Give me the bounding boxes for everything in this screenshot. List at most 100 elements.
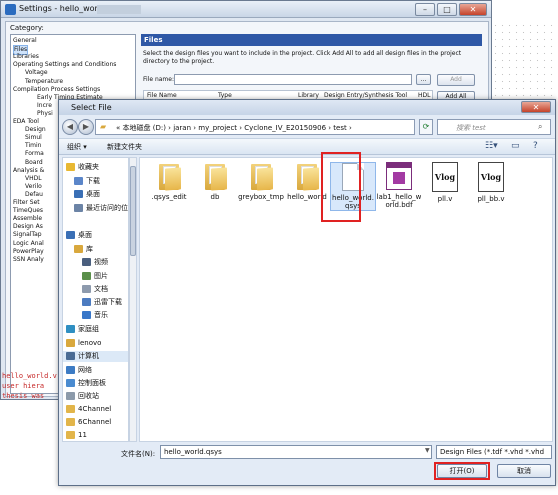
forward-button[interactable]: ▶ xyxy=(78,119,94,135)
file-type-select[interactable]: Design Files (*.tdf *.vhd *.vhd xyxy=(436,445,552,459)
category-item[interactable]: Simul xyxy=(25,134,42,142)
category-item[interactable]: Compilation Process Settings xyxy=(13,86,100,94)
view-options-icon[interactable]: ☷▾ xyxy=(485,141,498,151)
minimize-button[interactable]: – xyxy=(415,3,435,16)
category-item[interactable]: Voltage xyxy=(25,69,48,77)
category-item[interactable]: Physi xyxy=(37,110,53,118)
settings-title-bar[interactable]: Settings - hello_world – □ ✕ xyxy=(1,1,491,18)
category-item[interactable]: Assemble xyxy=(13,215,42,223)
folder-icon xyxy=(157,162,181,191)
control-panel-icon xyxy=(66,379,75,387)
sidebar-item[interactable]: 11 xyxy=(63,430,128,441)
file-name-input[interactable] xyxy=(174,74,412,85)
category-item[interactable]: Temperature xyxy=(25,78,63,86)
sidebar-item[interactable]: 视频 xyxy=(63,257,128,268)
file-item[interactable]: lab1_hello_world.bdf xyxy=(376,162,422,209)
help-icon[interactable]: ? xyxy=(533,141,538,151)
file-item[interactable]: .qsys_edit xyxy=(146,162,192,201)
category-item[interactable]: SSN Analy xyxy=(13,256,44,264)
folder-icon xyxy=(203,162,227,191)
sidebar-item-label: 最近访问的位 xyxy=(86,204,128,212)
search-icon[interactable]: ⌕ xyxy=(538,122,542,132)
maximize-button[interactable]: □ xyxy=(437,3,457,16)
back-button[interactable]: ◀ xyxy=(62,119,78,135)
verilog-file-icon: Vlog xyxy=(432,162,458,192)
sidebar-item[interactable]: lenovo xyxy=(63,338,128,349)
category-item[interactable]: Libraries xyxy=(13,53,39,61)
app-icon xyxy=(5,4,16,15)
sidebar-item[interactable]: 收藏夹 xyxy=(63,162,128,173)
file-name: pll.v xyxy=(437,195,453,203)
refresh-button[interactable]: ⟳ xyxy=(419,119,433,135)
sidebar-item[interactable]: 计算机 xyxy=(63,351,128,362)
category-item[interactable]: Defau xyxy=(25,191,43,199)
browse-button[interactable]: ... xyxy=(416,74,431,85)
preview-pane-icon[interactable]: ▭ xyxy=(511,141,520,151)
category-item[interactable]: VHDL xyxy=(25,175,42,183)
sidebar-item-label: 音乐 xyxy=(94,311,108,319)
sidebar-item[interactable]: 桌面 xyxy=(63,230,128,241)
category-item[interactable]: Operating Settings and Conditions xyxy=(13,61,116,69)
category-item[interactable]: Design xyxy=(25,126,46,134)
dialog-title-bar[interactable]: Select File ✕ xyxy=(59,100,555,115)
sidebar-item[interactable]: 桌面 xyxy=(63,189,128,200)
file-item[interactable]: greybox_tmp xyxy=(238,162,284,201)
sidebar-item[interactable]: 下载 xyxy=(63,176,128,187)
recycle-bin-icon xyxy=(66,392,75,400)
sidebar-item-label: 视频 xyxy=(94,258,108,266)
address-path: « 本地磁盘 (D:) › jaran › my_project › Cyclo… xyxy=(116,124,352,132)
file-item[interactable]: db xyxy=(192,162,238,201)
col-library: Library xyxy=(298,92,319,99)
dialog-close-button[interactable]: ✕ xyxy=(521,101,551,113)
navigation-scrollbar[interactable] xyxy=(129,157,137,442)
dialog-title: Select File xyxy=(71,103,112,112)
sidebar-item-label: 6Channel xyxy=(78,418,112,426)
sidebar-item[interactable]: 文档 xyxy=(63,284,128,295)
category-item[interactable]: Filter Set xyxy=(13,199,40,207)
category-item[interactable]: PowerPlay xyxy=(13,248,44,256)
sidebar-item[interactable]: 库 xyxy=(63,244,128,255)
category-item[interactable]: Timin xyxy=(25,142,41,150)
file-item[interactable]: Vlog pll.v xyxy=(422,162,468,203)
sidebar-item[interactable]: 6Channel xyxy=(63,417,128,428)
chevron-down-icon[interactable]: ▼ xyxy=(425,447,430,454)
sidebar-item[interactable]: 图片 xyxy=(63,271,128,282)
category-item[interactable]: Logic Anal xyxy=(13,240,44,248)
sidebar-item[interactable]: 控制面板 xyxy=(63,378,128,389)
category-item[interactable]: Design As xyxy=(13,223,43,231)
address-bar[interactable]: ▰ « 本地磁盘 (D:) › jaran › my_project › Cyc… xyxy=(95,119,447,135)
file-item[interactable]: Vlog pll_bb.v xyxy=(468,162,514,203)
sidebar-item[interactable]: 回收站 xyxy=(63,391,128,402)
network-icon xyxy=(66,366,75,374)
sidebar-item[interactable]: 家庭组 xyxy=(63,324,128,335)
cancel-button[interactable]: 取消 xyxy=(497,464,551,478)
sidebar-item-label: 桌面 xyxy=(86,190,100,198)
close-button[interactable]: ✕ xyxy=(459,3,487,16)
new-folder-button[interactable]: 新建文件夹 xyxy=(107,142,142,152)
search-input[interactable]: 搜索 test ⌕ xyxy=(437,119,551,135)
col-type: Type xyxy=(218,92,232,99)
category-item[interactable]: Board xyxy=(25,159,43,167)
sidebar-item[interactable]: 网络 xyxy=(63,365,128,376)
category-item[interactable]: Forma xyxy=(25,150,44,158)
add-button[interactable]: Add xyxy=(437,74,475,86)
sidebar-item[interactable]: 最近访问的位 xyxy=(63,203,128,214)
category-item[interactable]: EDA Tool xyxy=(13,118,39,126)
filename-input[interactable]: hello_world.qsys xyxy=(160,445,432,459)
sidebar-item[interactable]: 音乐 xyxy=(63,310,128,321)
sidebar-item[interactable]: 4Channel xyxy=(63,404,128,415)
file-name: lab1_hello_world.bdf xyxy=(376,193,422,209)
scrollbar-thumb[interactable] xyxy=(130,166,136,256)
sidebar-item-label: 库 xyxy=(86,245,93,253)
organize-menu[interactable]: 组织 ▾ xyxy=(67,142,87,152)
category-item[interactable]: General xyxy=(13,37,37,45)
desktop-icon xyxy=(74,190,83,198)
user-icon xyxy=(66,339,75,347)
category-item[interactable]: Analysis & xyxy=(13,167,44,175)
category-item[interactable]: TimeQues xyxy=(13,207,43,215)
category-item[interactable]: SignalTap xyxy=(13,231,42,239)
sidebar-item[interactable]: 迅雷下载 xyxy=(63,297,128,308)
category-item[interactable]: Verilo xyxy=(25,183,42,191)
category-item[interactable]: Incre xyxy=(37,102,52,110)
col-design-entry: Design Entry/Synthesis Tool xyxy=(324,92,408,99)
